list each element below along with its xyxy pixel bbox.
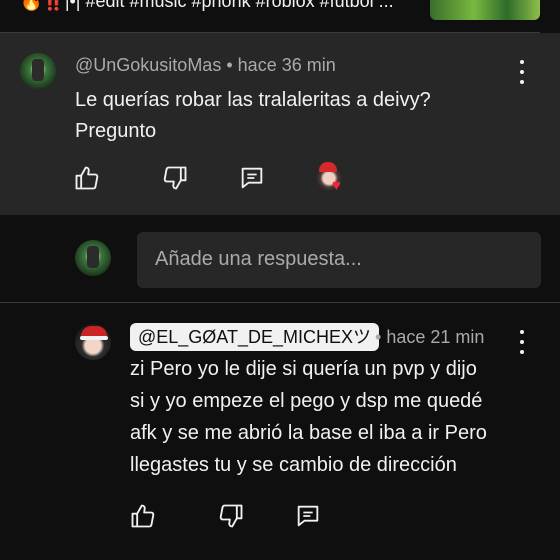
reply-icon[interactable]	[294, 502, 322, 530]
previous-video-title: 🔥‼️|•| #edit #music #phonk #roblox #futb…	[20, 0, 394, 11]
heart-icon: ♥	[332, 177, 341, 194]
reply-input[interactable]: Añade una respuesta...	[137, 232, 541, 288]
reply-text: zi Pero yo le dije si quería un pvp y di…	[130, 358, 487, 476]
more-options-icon[interactable]	[512, 330, 532, 354]
dislike-icon[interactable]	[161, 164, 189, 192]
avatar[interactable]	[20, 53, 56, 89]
reply-meta: • hace 21 min	[375, 327, 484, 348]
highlighted-comment: @UnGokusitoMas • hace 36 min Le querías …	[0, 33, 560, 215]
reply-author-chip[interactable]: @EL_GØAT_DE_MICHEXツ	[130, 323, 379, 351]
reply-input-placeholder: Añade una respuesta...	[155, 248, 362, 270]
meta-separator: •	[226, 55, 233, 75]
creator-heart-badge: ♥	[316, 162, 346, 194]
current-user-avatar	[75, 240, 111, 276]
dislike-icon[interactable]	[217, 502, 245, 530]
divider	[0, 302, 560, 303]
comment-time: hace 36 min	[237, 55, 336, 75]
comment-meta: @UnGokusitoMas • hace 36 min	[75, 55, 336, 76]
comment-author[interactable]: @UnGokusitoMas	[75, 55, 221, 75]
comment-text: Le querías robar las tralaleritas a deiv…	[75, 89, 431, 142]
reply-time: hace 21 min	[386, 327, 485, 347]
meta-separator: •	[375, 327, 382, 347]
reply-icon[interactable]	[238, 164, 266, 192]
reply-avatar[interactable]	[75, 324, 111, 360]
video-thumbnail[interactable]	[430, 0, 540, 20]
like-icon[interactable]	[129, 502, 157, 530]
like-icon[interactable]	[73, 164, 101, 192]
previous-video-strip[interactable]: 🔥‼️|•| #edit #music #phonk #roblox #futb…	[0, 0, 560, 30]
more-options-icon[interactable]	[512, 60, 532, 84]
